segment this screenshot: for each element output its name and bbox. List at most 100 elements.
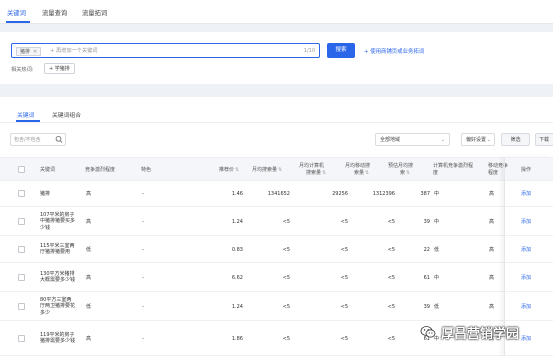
preference-settings-dropdown[interactable]: 偏好设置 ⌄ (461, 133, 495, 146)
related-keyword-chip[interactable]: + 学猪排 (44, 63, 75, 74)
col-mobile-competition-label-2: 程度 (488, 169, 499, 176)
keyword-input[interactable] (50, 46, 300, 56)
sort-icon[interactable]: ⇅ (365, 170, 369, 176)
col-estimated-daily[interactable]: 预估月均搜 索⇅ (388, 163, 413, 176)
merchant-page-link[interactable]: + 使用商铺页或业务拓词 (364, 47, 424, 55)
monthly-search-cell: <5 (282, 275, 290, 281)
tab-keyword[interactable]: 关键词 (7, 8, 26, 17)
search-panel: 猪排✕ 1/10 搜索 + 使用商铺页或业务拓词 相关热词: + 学猪排 (0, 32, 553, 84)
keyword-tag-label: 猪排 (20, 48, 31, 55)
estimated-search-cell: 22 (423, 247, 430, 253)
chevron-down-icon: ⌄ (440, 137, 445, 143)
col-monthly-pc-search[interactable]: 月均计算机 搜索量⇅ (299, 163, 326, 176)
monthly-search-cell: 1341652 (267, 191, 290, 197)
sort-icon[interactable]: ⇅ (235, 167, 239, 173)
col-monthly-mobile-label-2: 索量 (354, 169, 365, 176)
keyword-search-box[interactable]: 猪排✕ 1/10 (11, 43, 320, 58)
monthly-pc-search-cell: <5 (340, 247, 348, 253)
recommend-price-cell: 0.83 (231, 247, 243, 253)
keyword-line: 猪排 (40, 191, 51, 197)
col-competition[interactable]: 竞争激烈程度 (85, 167, 115, 174)
competition-cell: 低 (86, 247, 92, 253)
table-row: 107平米的房子 中猪排猪要买多 少钱高 -1.24 <5 <5 <5 39 中高添加 (0, 207, 553, 236)
col-monthly-mobile-search[interactable]: 月均移动搜 索量⇅ (345, 163, 370, 176)
pc-competition-cell: 低 (434, 304, 440, 310)
monthly-pc-search-cell: <5 (340, 336, 348, 342)
search-button[interactable]: 搜索 (327, 43, 355, 58)
chevron-down-icon: ⌄ (486, 137, 491, 143)
keyword-line: 大概需要多少钱 (40, 277, 76, 284)
mobile-competition-cell: 高 (489, 219, 495, 225)
download-button[interactable]: 下载 (535, 133, 553, 146)
col-monthly-mobile-label-1: 月均移动搜 (345, 163, 371, 169)
keyword-cell: 130平方米猪排 大概需要多少钱 (40, 271, 82, 284)
select-all-checkbox[interactable] (18, 166, 25, 173)
sort-icon[interactable]: ⇅ (406, 170, 410, 176)
monthly-mobile-search-cell: <5 (387, 275, 395, 281)
col-keyword[interactable]: 关键词 (40, 167, 55, 174)
monthly-search-cell: <5 (282, 304, 290, 310)
include-exclude-filter[interactable]: 包含/不包含 (10, 133, 66, 146)
competition-cell: 高 (86, 219, 92, 225)
monthly-mobile-search-cell: 1312396 (372, 191, 395, 197)
watermark: 厚昌营销学园 (420, 322, 548, 342)
close-icon[interactable]: ✕ (33, 49, 37, 55)
results-panel: 关键词 关键词组合 包含/不包含 全部地域 ⌄ 偏好设置 ⌄ 筛选 下载 关键词… (0, 97, 553, 356)
watermark-text: 厚昌营销学园 (441, 327, 520, 342)
feature-cell: - (142, 304, 144, 310)
recommend-price-cell: 1.24 (231, 219, 243, 225)
col-estimated-label-2: 索 (400, 169, 406, 176)
col-monthly-search[interactable]: 月均搜索量⇅ (252, 167, 282, 174)
col-pc-competition[interactable]: 计算机竞争激烈程度 (433, 163, 473, 176)
estimated-search-cell: 39 (423, 304, 430, 310)
mobile-competition-cell: 高 (489, 304, 495, 310)
row-checkbox[interactable] (18, 274, 25, 281)
table-header: 关键词 竞争激烈程度 特色 推荐价⇅ 月均搜索量⇅ 月均计算机 搜索量⇅ 月均移动… (0, 157, 553, 181)
col-pc-competition-label-1: 计算机竞争激烈程 (433, 163, 474, 169)
feature-cell: - (142, 336, 144, 342)
table-row: 115平米三室两 厅猪排猪要用低 -0.83 <5 <5 <5 22 低高添加 (0, 236, 553, 263)
subtab-keyword[interactable]: 关键词 (17, 110, 34, 119)
row-checkbox[interactable] (18, 335, 25, 342)
col-monthly-search-label: 月均搜索量 (252, 167, 278, 173)
mobile-competition-cell: 高 (489, 247, 495, 253)
col-pc-competition-label-2: 度 (433, 169, 439, 176)
sort-icon[interactable]: ⇅ (322, 170, 326, 176)
monthly-search-cell: <5 (282, 247, 290, 253)
region-select[interactable]: 全部地域 ⌄ (375, 133, 450, 146)
tab-traffic-query[interactable]: 流量查询 (42, 8, 67, 17)
monthly-pc-search-cell: <5 (340, 304, 348, 310)
filter-placeholder: 包含/不包含 (14, 137, 41, 143)
monthly-search-cell: <5 (282, 219, 290, 225)
competition-cell: 高 (86, 275, 92, 281)
col-monthly-pc-label-2: 搜索量 (306, 169, 322, 176)
col-estimated-label-1: 预估月均搜 (388, 163, 414, 169)
feature-cell: - (142, 247, 144, 253)
filter-button[interactable]: 筛选 (501, 133, 530, 146)
estimated-search-cell: 39 (423, 219, 430, 225)
col-recommend-price[interactable]: 推荐价⇅ (219, 167, 239, 174)
mobile-competition-cell: 高 (489, 191, 495, 197)
keyword-cell: 107平米的房子 中猪排猪要买多 少钱 (40, 212, 82, 231)
competition-cell: 低 (86, 304, 92, 310)
row-checkbox[interactable] (18, 190, 25, 197)
table-row: 猪排高 -1.46 1341652 29256 1312396 387 中高添加 (0, 181, 553, 207)
monthly-search-cell: <5 (282, 336, 290, 342)
monthly-mobile-search-cell: <5 (387, 336, 395, 342)
keyword-counter: 1/10 (303, 48, 315, 54)
estimated-search-cell: 61 (423, 275, 430, 281)
recommend-price-cell: 1.24 (231, 304, 243, 310)
subtab-keyword-combination[interactable]: 关键词组合 (52, 110, 81, 119)
table-row: 130平方米猪排 大概需要多少钱高 -6.62 <5 <5 <5 61 中高添加 (0, 263, 553, 292)
row-checkbox[interactable] (18, 218, 25, 225)
keyword-line: 少钱 (40, 224, 51, 231)
sort-icon[interactable]: ⇅ (278, 167, 282, 173)
search-icon (55, 135, 63, 149)
row-checkbox[interactable] (18, 246, 25, 253)
divider (0, 122, 553, 123)
tab-traffic-expand[interactable]: 流量拓词 (82, 8, 107, 17)
monthly-pc-search-cell: <5 (340, 275, 348, 281)
row-checkbox[interactable] (18, 303, 25, 310)
estimated-search-cell: 387 (420, 191, 430, 197)
keyword-tag[interactable]: 猪排 ✕ (16, 46, 42, 56)
